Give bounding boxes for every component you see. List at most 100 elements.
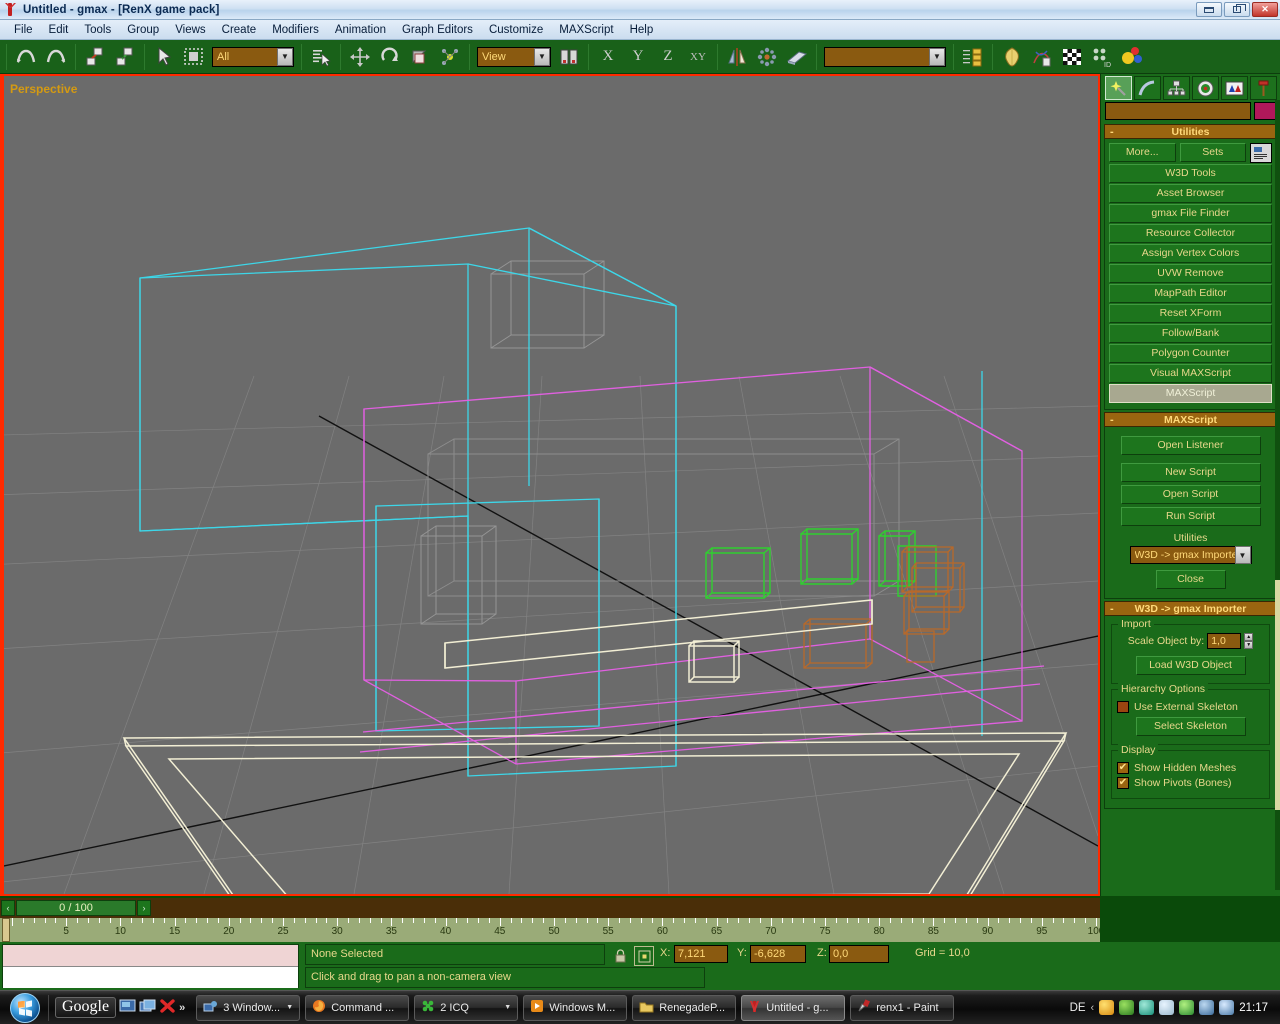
select-and-rotate-icon[interactable]	[376, 43, 404, 71]
quick-launch-overflow[interactable]: »	[179, 1002, 185, 1014]
resource-collector-button[interactable]: Resource Collector	[1109, 224, 1272, 243]
display-tab[interactable]	[1221, 76, 1248, 100]
unlink-selection-icon[interactable]	[111, 43, 139, 71]
language-indicator[interactable]: DE	[1070, 1002, 1086, 1014]
chevron-down-icon[interactable]: ▼	[504, 1004, 511, 1011]
open-script-button[interactable]: Open Script	[1121, 485, 1261, 504]
show-hidden-meshes-row[interactable]: ✔ Show Hidden Meshes	[1117, 762, 1264, 774]
align-icon[interactable]	[783, 43, 811, 71]
object-name-field[interactable]	[1105, 102, 1251, 120]
layer-manager-icon[interactable]	[959, 43, 987, 71]
start-button[interactable]	[2, 992, 48, 1024]
chevron-down-icon[interactable]: ▼	[277, 48, 293, 66]
menu-item-animation[interactable]: Animation	[327, 23, 394, 37]
maxscript-mini-listener[interactable]	[2, 944, 299, 988]
taskbar-item-gmax[interactable]: Untitled - g...	[741, 995, 845, 1021]
select-skeleton-button[interactable]: Select Skeleton	[1136, 717, 1246, 736]
menu-item-create[interactable]: Create	[214, 23, 265, 37]
restrict-x-icon[interactable]: X	[594, 43, 622, 71]
restore-button[interactable]	[1224, 2, 1250, 17]
close-utility-button[interactable]: Close	[1156, 570, 1226, 589]
network-graph-icon[interactable]	[1179, 1000, 1194, 1015]
reset-xform-button[interactable]: Reset XForm	[1109, 304, 1272, 323]
menu-item-maxscript[interactable]: MAXScript	[551, 23, 621, 37]
utilities-tab[interactable]	[1250, 76, 1277, 100]
taskbar-item-command[interactable]: Command ...	[305, 995, 409, 1021]
visual-maxscript-button[interactable]: Visual MAXScript	[1109, 364, 1272, 383]
render-scene-icon[interactable]	[1118, 43, 1146, 71]
taskbar-clock[interactable]: 21:17	[1239, 1002, 1272, 1014]
undo-icon[interactable]	[12, 43, 40, 71]
modify-tab[interactable]	[1134, 76, 1161, 100]
z-coord-field[interactable]: 0,0	[829, 945, 889, 963]
create-tab[interactable]	[1105, 76, 1132, 100]
object-color-swatch[interactable]	[1254, 102, 1276, 120]
current-frame-field[interactable]: 0 / 100	[16, 900, 136, 916]
menu-item-help[interactable]: Help	[622, 23, 662, 37]
motion-tab[interactable]	[1192, 76, 1219, 100]
taskbar-item-paint[interactable]: renx1 - Paint	[850, 995, 954, 1021]
select-by-name-icon[interactable]	[307, 43, 335, 71]
menu-item-file[interactable]: File	[6, 23, 41, 37]
network-icon[interactable]	[1199, 1000, 1214, 1015]
sets-button[interactable]: Sets	[1180, 143, 1247, 162]
menu-item-customize[interactable]: Customize	[481, 23, 551, 37]
gmax-file-finder-button[interactable]: gmax File Finder	[1109, 204, 1272, 223]
chevron-down-icon[interactable]: ▼	[929, 48, 945, 66]
redo-icon[interactable]	[42, 43, 70, 71]
taskbar-item-windows-media[interactable]: Windows M...	[523, 995, 627, 1021]
use-external-skeleton-row[interactable]: Use External Skeleton	[1117, 701, 1264, 713]
select-and-link-icon[interactable]	[81, 43, 109, 71]
follow-bank-button[interactable]: Follow/Bank	[1109, 324, 1272, 343]
curve-editor-icon[interactable]	[998, 43, 1026, 71]
run-script-button[interactable]: Run Script	[1121, 507, 1261, 526]
show-desktop-icon[interactable]	[119, 999, 136, 1016]
shield-icon[interactable]	[1099, 1000, 1114, 1015]
reference-coordinate-dropdown[interactable]: View ▼	[477, 47, 551, 67]
track-bar-ruler[interactable]: 5101520253035404550556065707580859095100	[0, 918, 1100, 942]
menu-item-group[interactable]: Group	[119, 23, 167, 37]
next-frame-button[interactable]: ›	[137, 900, 151, 916]
array-icon[interactable]	[753, 43, 781, 71]
scale-object-field[interactable]: 1,0	[1207, 633, 1241, 649]
mappath-editor-button[interactable]: MapPath Editor	[1109, 284, 1272, 303]
maxscript-button[interactable]: MAXScript	[1109, 384, 1272, 403]
maxscript-listener-input[interactable]	[3, 967, 298, 988]
volume-icon[interactable]	[1219, 1000, 1234, 1015]
restrict-z-icon[interactable]: Z	[654, 43, 682, 71]
restrict-y-icon[interactable]: Y	[624, 43, 652, 71]
command-panel-scrollbar[interactable]	[1275, 100, 1280, 890]
collapse-icon[interactable]: -	[1110, 603, 1114, 615]
select-and-scale-icon[interactable]	[406, 43, 434, 71]
selection-lock-icon[interactable]	[610, 946, 630, 966]
menu-item-graph-editors[interactable]: Graph Editors	[394, 23, 481, 37]
show-pivots-checkbox[interactable]: ✔	[1117, 777, 1129, 789]
x-coord-field[interactable]: 7,121	[674, 945, 728, 963]
load-w3d-object-button[interactable]: Load W3D Object	[1136, 656, 1246, 675]
chevron-down-icon[interactable]: ▼	[1235, 546, 1251, 564]
close-icon[interactable]	[159, 999, 176, 1016]
check-icon[interactable]	[1159, 1000, 1174, 1015]
material-editor-icon[interactable]	[1058, 43, 1086, 71]
restrict-xy-icon[interactable]: XY	[684, 43, 712, 71]
maxscript-listener-output[interactable]	[3, 945, 298, 967]
select-and-move-icon[interactable]	[346, 43, 374, 71]
chevron-down-icon[interactable]: ▼	[534, 48, 550, 66]
taskbar-item-explorer[interactable]: 3 Window... ▼	[196, 995, 300, 1021]
track-bar-slider[interactable]	[2, 918, 10, 942]
menu-item-tools[interactable]: Tools	[76, 23, 119, 37]
select-region-icon[interactable]	[180, 43, 208, 71]
tray-expand-icon[interactable]: ‹	[1091, 1002, 1095, 1014]
schematic-view-icon[interactable]	[1028, 43, 1056, 71]
chevron-down-icon[interactable]: ▼	[286, 1004, 293, 1011]
menu-item-modifiers[interactable]: Modifiers	[264, 23, 327, 37]
utilities-rollout-header[interactable]: - Utilities	[1104, 124, 1277, 139]
new-script-button[interactable]: New Script	[1121, 463, 1261, 482]
material-id-icon[interactable]: ID	[1088, 43, 1116, 71]
use-selection-center-icon[interactable]	[555, 43, 583, 71]
close-button[interactable]: ✕	[1252, 2, 1278, 17]
show-hidden-meshes-checkbox[interactable]: ✔	[1117, 762, 1129, 774]
taskbar-item-renegade[interactable]: RenegadeP...	[632, 995, 736, 1021]
use-pivot-center-icon[interactable]	[436, 43, 464, 71]
use-external-skeleton-checkbox[interactable]	[1117, 701, 1129, 713]
